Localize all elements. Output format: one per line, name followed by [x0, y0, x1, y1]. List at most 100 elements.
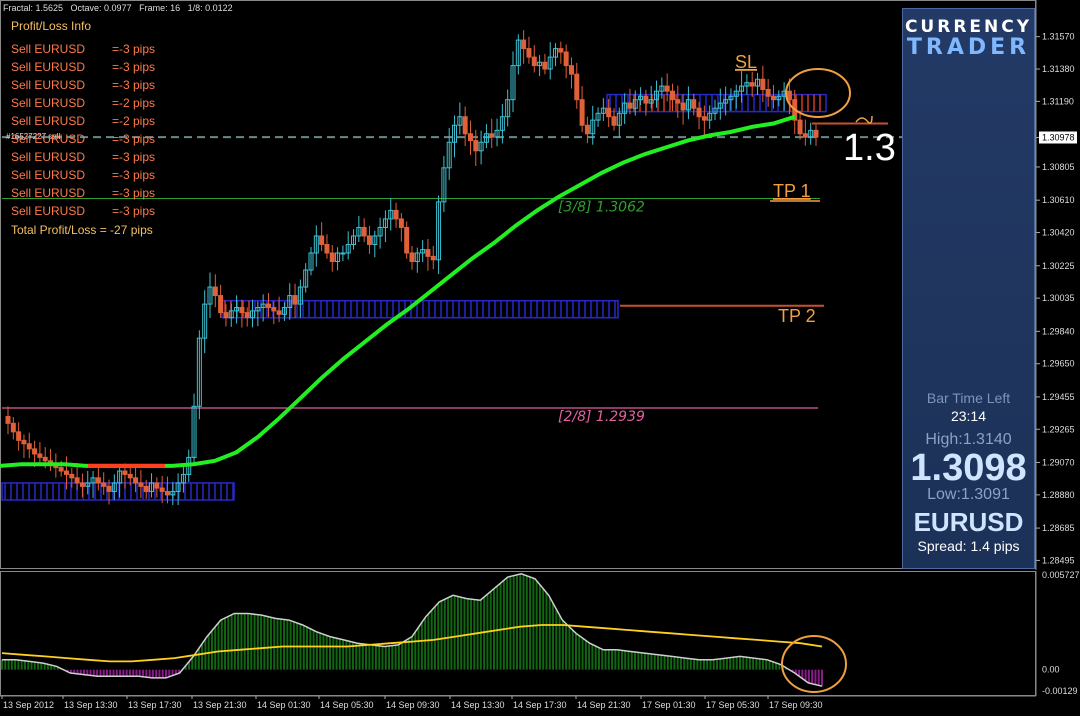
candle-body [786, 90, 792, 101]
candle-body [26, 443, 32, 450]
profit-loss-line-label: Sell EURUSD [11, 96, 86, 110]
candle-body [606, 107, 612, 118]
price-tick-label: 1.30035 [1042, 293, 1075, 303]
profit-loss-line-label: Sell EURUSD [11, 186, 86, 200]
candle-body [675, 99, 681, 104]
time-tick-label: 14 Sep 05:30 [320, 700, 374, 710]
price-tick-label: 1.28880 [1042, 490, 1075, 500]
low-price: Low:1.3091 [927, 486, 1010, 503]
profit-loss-line-label: Sell EURUSD [11, 150, 86, 164]
profit-loss-line-value: =-3 pips [112, 204, 156, 218]
time-tick-label: 13 Sep 17:30 [128, 700, 182, 710]
candle-body [467, 133, 473, 142]
candle-body [106, 485, 112, 492]
candle-body [563, 51, 569, 67]
fractal-info: Fractal: 1.5625 Octave: 0.0977 Frame: 16… [3, 3, 233, 13]
oscillator-tick-label: 0.00 [1042, 665, 1060, 675]
highlight-circle [785, 68, 851, 118]
profit-loss-line-label: Sell EURUSD [11, 78, 86, 92]
profit-loss-line-value: =-3 pips [112, 42, 156, 56]
profit-loss-total: Total Profit/Loss = -27 pips [11, 223, 153, 237]
candle-body [37, 453, 43, 458]
candle-body [127, 473, 133, 479]
time-tick-label: 17 Sep 09:30 [769, 700, 823, 710]
candle-body [244, 312, 250, 319]
candle-body [265, 303, 271, 308]
candle-body [526, 48, 532, 58]
candle-body [813, 129, 819, 138]
candle-body [425, 249, 431, 257]
sl-annotation: SL [735, 52, 757, 72]
bar-time-left-label: Bar Time Left [926, 390, 1011, 406]
time-axis: 13 Sep 2012 13 Sep 13:30 13 Sep 17:30 13 Se… [0, 696, 1036, 710]
candle-body [223, 312, 229, 319]
candle-body [542, 61, 548, 70]
price-label-large: 1.3 [843, 127, 896, 169]
candle-body [159, 487, 165, 492]
time-tick-label: 14 Sep 01:30 [257, 700, 311, 710]
profit-loss-line: Sell EURUSD =-3 pips [11, 42, 155, 56]
profit-loss-line: Sell EURUSD =-3 pips [11, 78, 155, 92]
profit-loss-line-label: Sell EURUSD [11, 168, 86, 182]
profit-loss-line: Sell EURUSD =-3 pips [11, 204, 155, 218]
candle-body [340, 252, 346, 255]
profit-loss-line-value: =-3 pips [112, 186, 156, 200]
candle-body [95, 477, 101, 484]
candle-body [218, 295, 224, 314]
candle-body [462, 116, 468, 135]
price-tick-label: 1.30805 [1042, 162, 1075, 172]
candle-body [802, 133, 808, 138]
candle-body [691, 99, 697, 109]
profit-loss-line-value: =-3 pips [112, 132, 156, 146]
candle-body [63, 470, 69, 475]
candle-body [584, 124, 590, 135]
candle-body [393, 209, 399, 220]
candle-body [760, 78, 766, 90]
candle-body [680, 102, 686, 111]
price-tick-label: 1.30225 [1042, 261, 1075, 271]
oscillator-chart[interactable]: 0.005727 0.00 -0.00129 [0, 571, 1080, 696]
panel-title-currency: CURRENCY [904, 17, 1033, 37]
candle-body [473, 140, 479, 152]
candle-body [574, 73, 580, 101]
price-tick-label: 1.30420 [1042, 228, 1075, 238]
candle-body [329, 252, 335, 263]
candle-body [101, 482, 107, 487]
candle-body [669, 90, 675, 101]
candle-body [627, 102, 633, 109]
profit-loss-line-label: Sell EURUSD [11, 42, 86, 56]
price-tick-label: 1.31380 [1042, 64, 1075, 74]
candle-body [324, 243, 330, 254]
candle-body [143, 485, 149, 492]
candle-body [770, 95, 776, 101]
murrey-2-8-label: [2/8] 1.2939 [558, 409, 645, 425]
candle-body [404, 226, 410, 254]
price-tick-label: 1.29455 [1042, 392, 1075, 402]
price-tick-label: 1.28495 [1042, 555, 1075, 565]
bar-time-left-value: 23:14 [950, 408, 987, 424]
candle-body [366, 235, 372, 245]
time-tick-label: 14 Sep 17:30 [513, 700, 567, 710]
candle-body [74, 477, 80, 484]
profit-loss-line-value: =-2 pips [112, 96, 156, 110]
profit-loss-line-value: =-3 pips [112, 60, 156, 74]
profit-loss-line: Sell EURUSD =-3 pips [11, 186, 155, 200]
price-tick-label: 1.30610 [1042, 195, 1075, 205]
time-tick-label: 14 Sep 13:30 [451, 700, 505, 710]
candle-body [319, 235, 325, 245]
candle-body [79, 482, 85, 487]
zone-low [1, 482, 235, 501]
oscillator-tick-label: 0.005727 [1042, 571, 1080, 580]
candle-body [212, 286, 218, 297]
price-tick-label: 1.31190 [1042, 96, 1074, 106]
candle-body [430, 255, 436, 261]
tp-2-annotation: TP 2 [778, 306, 816, 326]
profit-loss-line-label: Sell EURUSD [11, 114, 86, 128]
profit-loss-line-label: Sell EURUSD [11, 132, 86, 146]
price-tick-label: 1.29650 [1042, 359, 1075, 369]
candle-body [133, 477, 139, 484]
profit-loss-line-value: =-2 pips [112, 114, 156, 128]
candle-body [154, 482, 160, 489]
candle-body [797, 119, 803, 135]
candle-body [579, 99, 585, 126]
